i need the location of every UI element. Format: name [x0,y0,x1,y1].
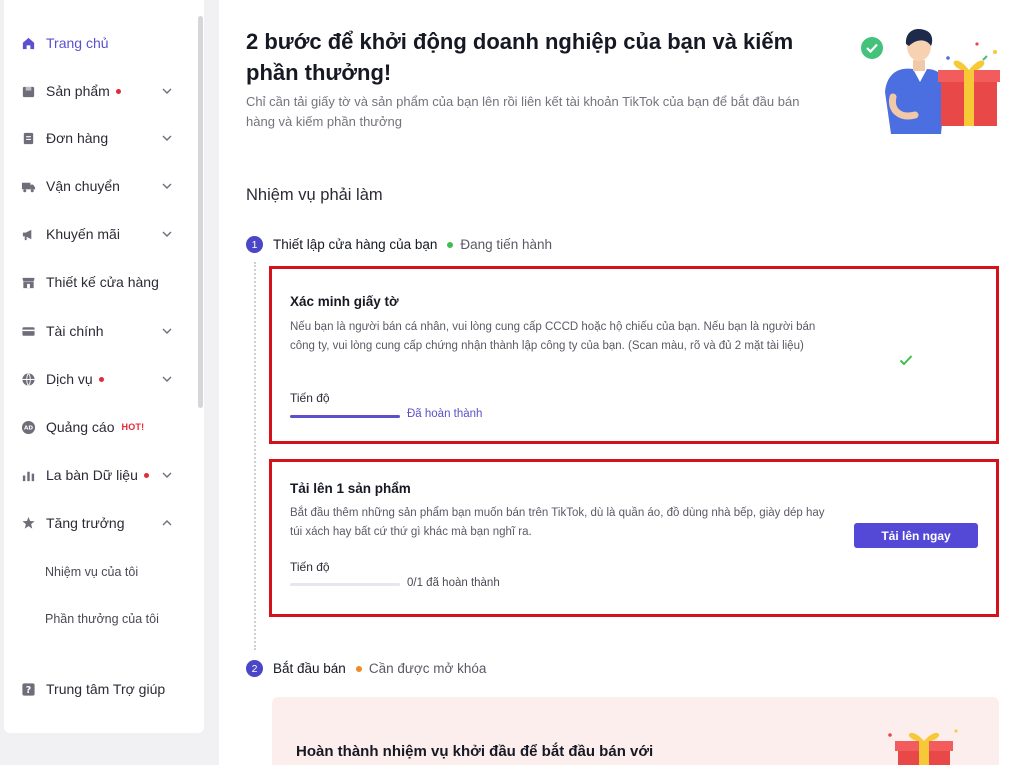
help-icon: ? [20,681,36,697]
task-description: Nếu bạn là người bán cá nhân, vui lòng c… [290,321,816,352]
step-1-header: 1 Thiết lập cửa hàng của bạn Đang tiến h… [246,236,552,253]
progress-bar [290,415,400,418]
chevron-down-icon[interactable] [160,131,174,145]
sidebar-subitem-my-rewards[interactable]: Phần thưởng của tôi [45,612,159,626]
chevron-down-icon[interactable] [160,227,174,241]
sidebar-item-growth[interactable]: Tăng trưởng [4,503,200,543]
progress-label: Tiến độ [290,560,330,574]
check-icon [899,355,913,366]
step-2-header: 2 Bắt đầu bán Cần được mở khóa [246,660,486,677]
gift-icon [888,729,958,765]
promo-text: Hoàn thành nhiệm vụ khởi đầu để bắt đầu … [296,743,654,760]
step-number: 2 [246,660,263,677]
step-number: 1 [246,236,263,253]
step-title: Bắt đầu bán [273,661,346,676]
progress-bar [290,583,400,586]
progress-bar-fill [290,415,400,418]
sidebar-item-label: Sản phẩm [46,83,110,99]
progress-label: Tiến độ [290,391,330,405]
sidebar-scrollbar[interactable] [198,16,203,408]
svg-text:AD: AD [24,425,33,431]
chevron-down-icon[interactable] [160,84,174,98]
sidebar-item-home[interactable]: Trang chủ [4,23,200,63]
box-icon [20,83,36,99]
sidebar-item-label: Trang chủ [46,35,109,51]
store-icon [20,274,36,290]
sidebar-item-store-design[interactable]: Thiết kế cửa hàng [4,262,200,302]
upload-now-button[interactable]: Tải lên ngay [854,523,978,548]
sidebar-item-label: Tài chính [46,323,104,339]
section-title: Nhiệm vụ phải làm [246,186,383,204]
chevron-up-icon[interactable] [160,516,174,530]
status-dot [355,665,362,672]
task-description: Bắt đầu thêm những sản phẩm bạn muốn bán… [290,507,825,538]
step-status: Đang tiến hành [460,237,552,252]
task-card-verify-documents: Xác minh giấy tờ Nếu bạn là người bán cá… [269,266,999,444]
globe-icon [20,371,36,387]
sidebar-item-finance[interactable]: Tài chính [4,311,200,351]
sidebar: Trang chủ Sản phẩm Đơn hàng Vận chuyển K… [4,0,204,733]
chevron-down-icon[interactable] [160,468,174,482]
chevron-down-icon[interactable] [160,372,174,386]
progress-status: Đã hoàn thành [407,408,483,420]
sidebar-item-label: La bàn Dữ liệu [46,467,138,483]
sidebar-item-label: Tăng trưởng [46,515,125,531]
chevron-down-icon[interactable] [160,179,174,193]
sidebar-item-label: Dịch vụ [46,371,93,387]
step-status: Cần được mở khóa [368,661,487,676]
sidebar-item-help-center[interactable]: ? Trung tâm Trợ giúp [4,669,200,709]
megaphone-icon [20,226,36,242]
task-title: Xác minh giấy tờ [290,294,399,309]
notification-dot [115,88,121,94]
task-card-upload-product: Tải lên 1 sản phẩm Bắt đầu thêm những sả… [269,459,999,617]
sidebar-item-label: Thiết kế cửa hàng [46,274,159,290]
svg-text:?: ? [25,685,30,696]
step-connector [254,262,256,650]
card-icon [20,323,36,339]
ad-icon: AD [20,419,36,435]
order-icon [20,130,36,146]
page-subtitle: Chỉ cần tải giấy tờ và sản phẩm của bạn … [246,94,800,129]
main-content: 2 bước để khởi động doanh nghiệp của bạn… [219,0,1024,765]
sidebar-subitem-my-tasks[interactable]: Nhiệm vụ của tôi [45,565,138,579]
truck-icon [20,178,36,194]
hero-illustration [861,28,1000,134]
notification-dot [143,472,149,478]
sidebar-item-services[interactable]: Dịch vụ [4,359,200,399]
sidebar-item-ads[interactable]: AD Quảng cáo HOT! [4,407,200,447]
sidebar-item-label: Vận chuyển [46,178,120,194]
task-title: Tải lên 1 sản phẩm [290,481,411,496]
growth-icon [20,515,36,531]
sidebar-item-label: Trung tâm Trợ giúp [46,681,166,697]
sidebar-item-label: Khuyến mãi [46,226,120,242]
sidebar-item-orders[interactable]: Đơn hàng [4,118,200,158]
sidebar-item-shipping[interactable]: Vận chuyển [4,166,200,206]
chart-icon [20,467,36,483]
home-icon [20,35,36,51]
chevron-down-icon[interactable] [160,324,174,338]
status-dot [447,241,454,248]
sidebar-item-label: Quảng cáo [46,419,115,435]
progress-status: 0/1 đã hoàn thành [407,577,500,589]
promo-banner: Hoàn thành nhiệm vụ khởi đầu để bắt đầu … [272,697,999,765]
sidebar-item-products[interactable]: Sản phẩm [4,71,200,111]
page-title: 2 bước để khởi động doanh nghiệp của bạn… [246,29,794,85]
hot-badge: HOT! [121,422,145,432]
step-title: Thiết lập cửa hàng của bạn [273,237,438,252]
sidebar-item-label: Đơn hàng [46,130,109,146]
notification-dot [98,376,104,382]
sidebar-item-promotions[interactable]: Khuyến mãi [4,214,200,254]
sidebar-item-data-compass[interactable]: La bàn Dữ liệu [4,455,200,495]
